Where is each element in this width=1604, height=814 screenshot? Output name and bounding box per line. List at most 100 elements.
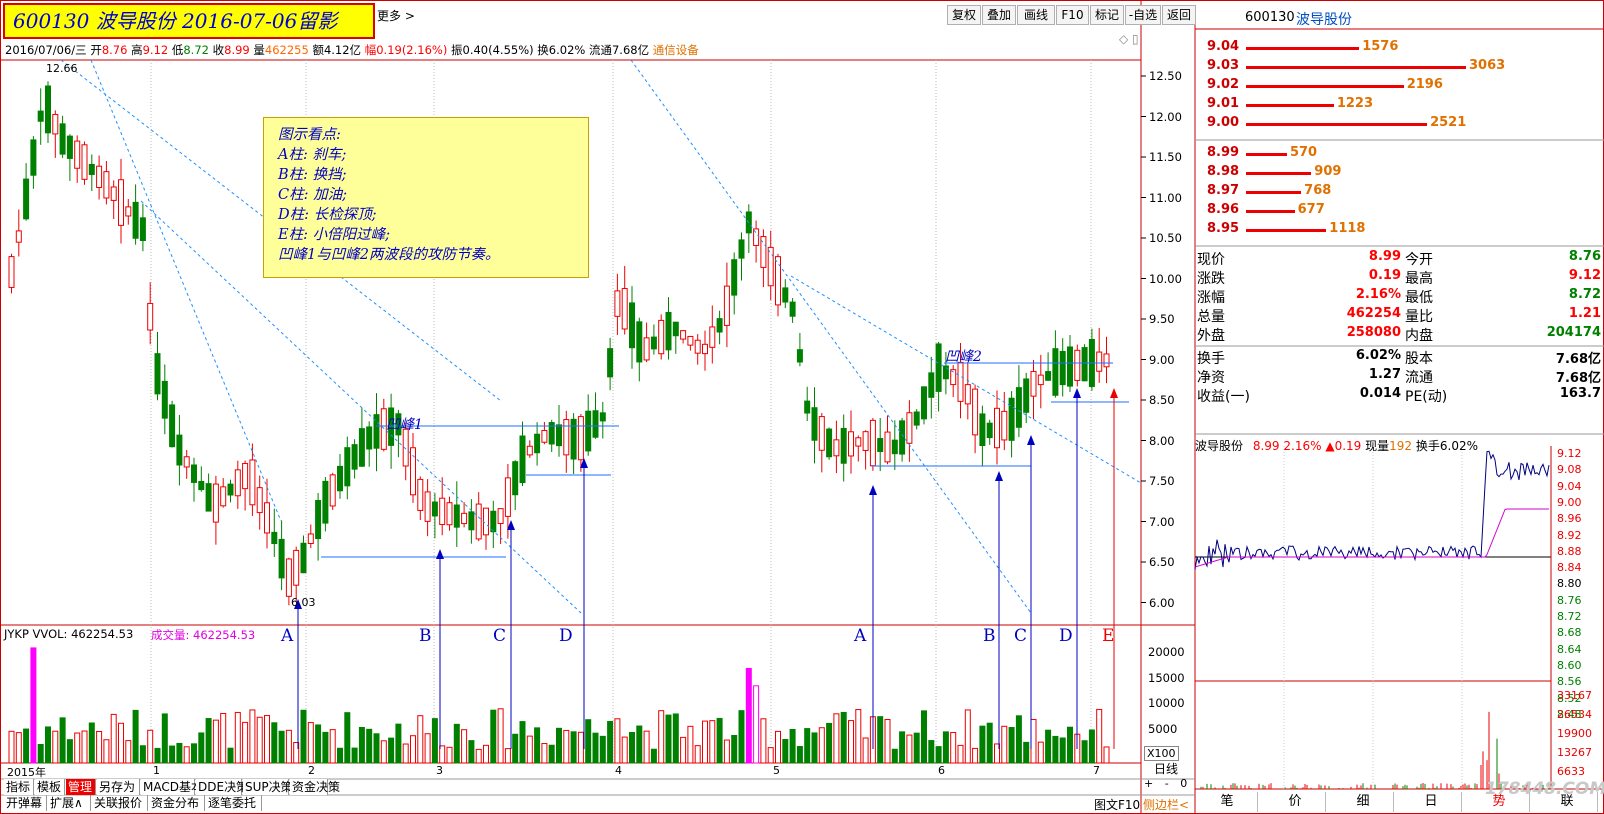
bottom-tab[interactable]: 模板 (35, 779, 65, 795)
candle-body (650, 336, 657, 350)
toolbar-button-4[interactable]: 标记 (1090, 5, 1124, 25)
rp-tab[interactable]: 价 (1265, 792, 1326, 812)
candle-body (139, 217, 146, 242)
x-axis-label: 2 (308, 764, 315, 777)
volume-bar (650, 748, 657, 764)
quote-label: 总量 (1197, 309, 1225, 325)
bottom-tab[interactable]: SUP决策 (243, 779, 293, 795)
candle-body (972, 388, 979, 436)
window-control-icon[interactable]: ◇ ▯ (1119, 32, 1139, 46)
candle-body (23, 178, 30, 220)
bid-bar (1246, 191, 1302, 194)
candle-body (103, 171, 110, 199)
ih-name: 波导股份 (1195, 439, 1244, 453)
zoom-reset-button[interactable]: 0 (1180, 777, 1187, 790)
info-high: 9.12 (142, 43, 169, 57)
quote-value: 204174 (1546, 325, 1601, 340)
bottom-tab-2[interactable]: 资金分布 (149, 795, 205, 811)
rp-tab[interactable]: 笔 (1197, 792, 1258, 812)
ih-price: 8.99 (1252, 439, 1280, 453)
quote-infobar: 2016/07/06/三 开8.76 高9.12 低8.72 收8.99 量46… (5, 42, 699, 58)
volume-bar (1037, 741, 1044, 764)
volume-bar (1088, 729, 1095, 764)
bottom-tab-2[interactable]: 扩展∧ (48, 795, 91, 811)
candle-body (8, 256, 15, 288)
bottom-tab-2[interactable]: 开弹幕 (4, 795, 47, 811)
toolbar-button-5[interactable]: -自选 (1125, 5, 1161, 25)
candle-body (118, 179, 124, 226)
candle-body (234, 469, 241, 497)
candle-body (570, 418, 577, 460)
candle-body (913, 411, 920, 426)
intraday-header: 波导股份 8.99 2.16% ▲0.19 现量192 换手6.02% (1195, 437, 1478, 454)
candle-body (556, 424, 562, 447)
volume-bar (1059, 737, 1066, 764)
volume-bar (731, 734, 738, 764)
wave-letter: E (1102, 626, 1115, 646)
candle-body (278, 538, 285, 579)
volume-bar (935, 746, 942, 764)
bottom-tab[interactable]: MACD基本 (141, 779, 203, 795)
candle-body (964, 384, 971, 405)
vol-amount-label: 成交量: 462254.53 (151, 628, 256, 642)
candle-body (410, 447, 416, 496)
candle-body (789, 301, 796, 317)
bottom-tab[interactable]: 管理 (66, 779, 96, 795)
volume-bar (176, 742, 183, 764)
ask-bar (1246, 85, 1404, 88)
bottom-tab[interactable]: 指标 (4, 779, 34, 795)
candle-body (928, 372, 935, 398)
info-float: 7.68亿 (611, 43, 650, 57)
volume-bar (96, 730, 103, 764)
more-menu[interactable]: 更多 > (377, 7, 415, 24)
zoom-out-button[interactable]: - (1165, 777, 1169, 790)
ask-price: 9.02 (1207, 77, 1240, 92)
info-vol-label: 量 (253, 43, 265, 57)
volume-bar (899, 731, 906, 764)
period-label[interactable]: 日线 (1154, 760, 1178, 777)
bottom-tab-2[interactable]: 逐笔委托 (206, 795, 262, 811)
candle-body (1081, 347, 1088, 382)
low-price-label: 6.03 (291, 596, 316, 609)
bottom-tab-2[interactable]: 关联报价 (92, 795, 148, 811)
vol-unit: X100 (1144, 746, 1179, 761)
toolbar-button-3[interactable]: F10 (1056, 5, 1089, 25)
candle-body (74, 140, 81, 169)
candle-body (519, 435, 526, 484)
quote-label: 涨跌 (1197, 271, 1225, 287)
volume-bar (1030, 718, 1037, 764)
zoom-in-button[interactable]: + (1144, 777, 1153, 790)
f10-link[interactable]: 图文F10 (1094, 796, 1140, 813)
volume-bar (417, 715, 424, 764)
ih-now: 192 (1389, 439, 1413, 453)
candle-body (315, 499, 322, 540)
rp-tab[interactable]: 细 (1333, 792, 1394, 812)
volume-bar (738, 710, 745, 764)
volume-bar (23, 728, 30, 764)
ask-price: 9.00 (1207, 115, 1240, 130)
bottom-tab[interactable]: 另存为 (97, 779, 140, 795)
volume-bar (687, 725, 694, 764)
bottom-tab[interactable]: 资金决策 (290, 779, 340, 795)
candle-body (1059, 350, 1066, 386)
sidebar-toggle[interactable]: 侧边栏< (1143, 796, 1189, 813)
toolbar-button-2[interactable]: 画线 (1017, 5, 1055, 25)
candle-body (220, 486, 227, 507)
ask-volume: 2521 (1430, 115, 1467, 130)
bid-volume: 677 (1297, 202, 1325, 217)
candle-body (891, 439, 898, 455)
rp-name: 波导股份 (1296, 12, 1352, 28)
toolbar-button-1[interactable]: 叠加 (982, 5, 1016, 25)
volume-bar (424, 733, 431, 764)
volume-bar (833, 713, 840, 764)
info-industry[interactable]: 通信设备 (653, 43, 699, 57)
toolbar-button-0[interactable]: 复权 (947, 5, 981, 25)
volume-bar (380, 740, 387, 764)
rp-tab[interactable]: 日 (1401, 792, 1462, 812)
toolbar-button-6[interactable]: 返回 (1162, 5, 1196, 25)
volume-bar (512, 733, 519, 764)
bottom-tab[interactable]: DDE决策 (196, 779, 248, 795)
candle-body (212, 483, 219, 523)
volume-bar (599, 735, 606, 764)
info-low-label: 低 (171, 43, 184, 57)
